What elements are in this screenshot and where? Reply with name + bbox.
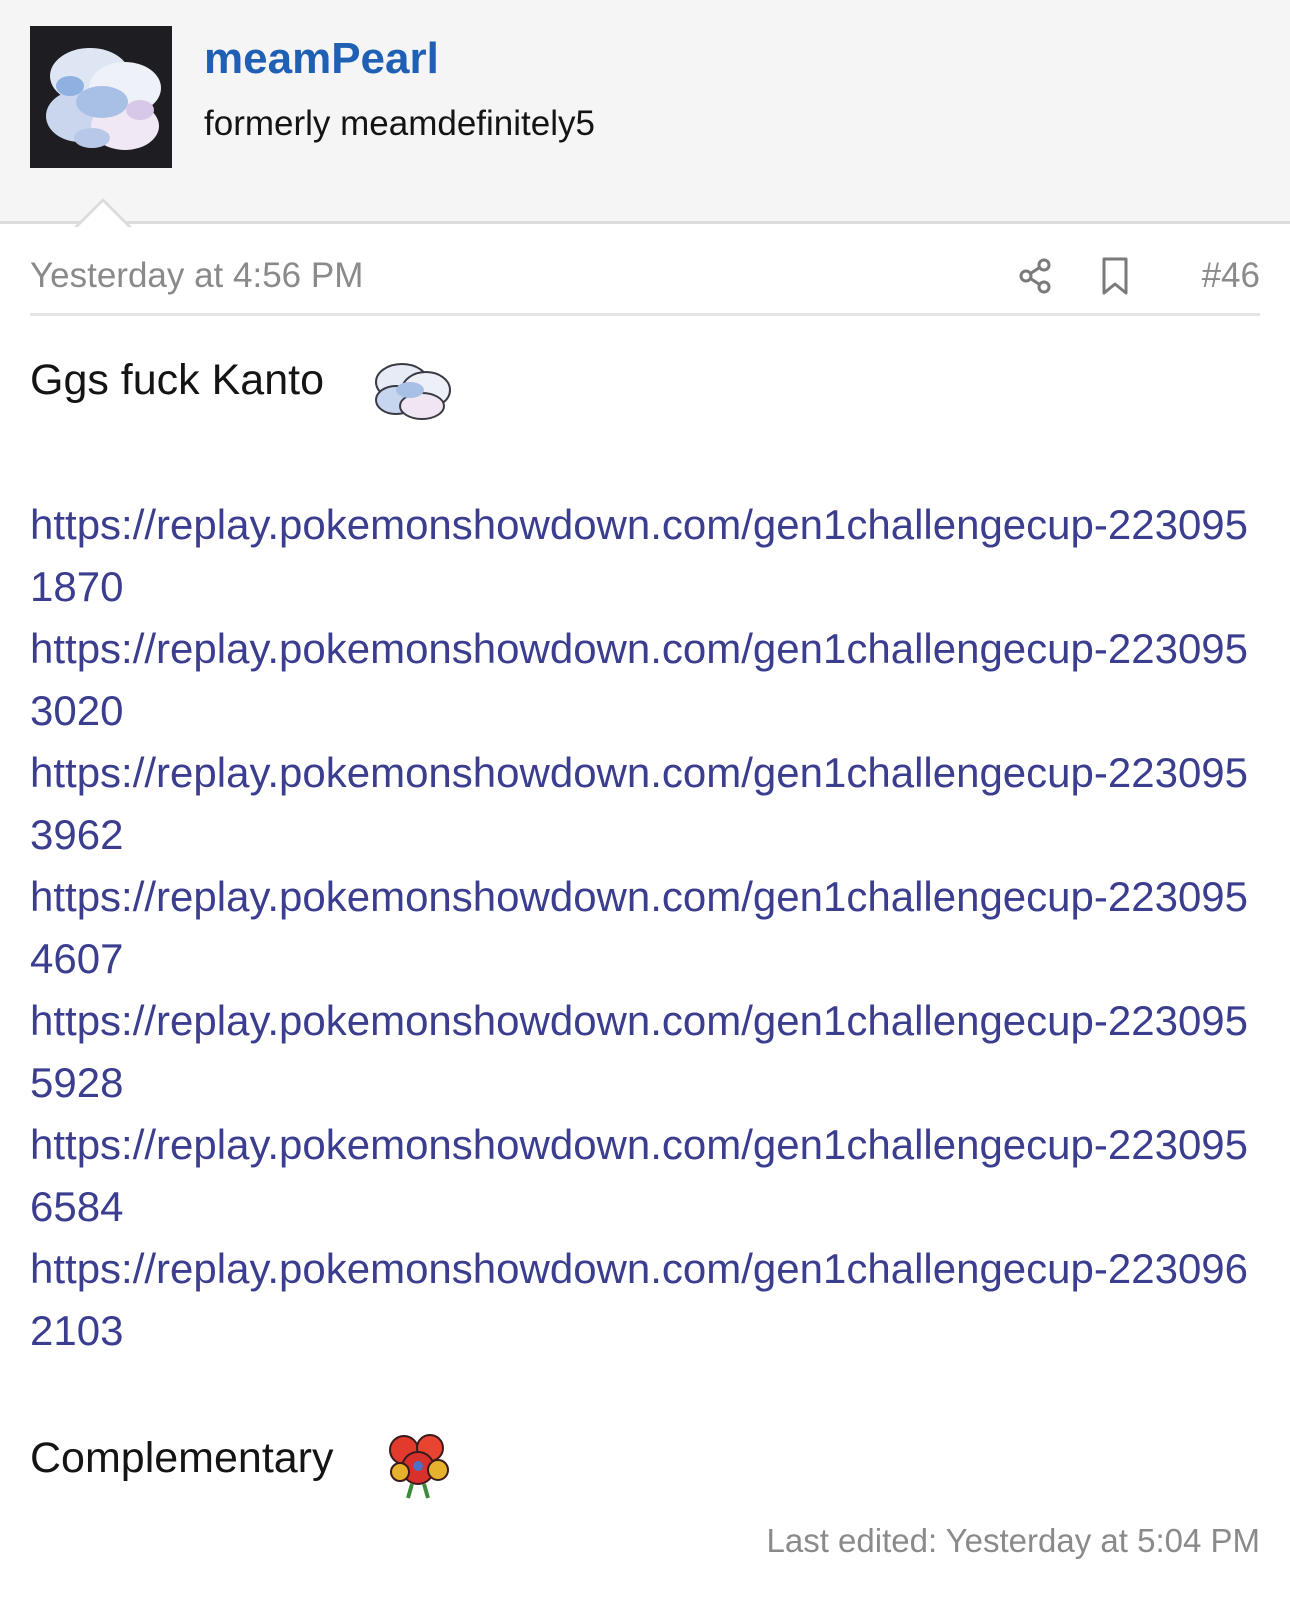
replay-link[interactable]: https://replay.pokemonshowdown.com/gen1c… xyxy=(30,494,1270,618)
replay-link[interactable]: https://replay.pokemonshowdown.com/gen1c… xyxy=(30,1238,1270,1362)
avatar[interactable] xyxy=(30,26,172,168)
replay-link[interactable]: https://replay.pokemonshowdown.com/gen1c… xyxy=(30,618,1270,742)
replay-link[interactable]: https://replay.pokemonshowdown.com/gen1c… xyxy=(30,1114,1270,1238)
replay-link[interactable]: https://replay.pokemonshowdown.com/gen1c… xyxy=(30,742,1270,866)
replay-link[interactable]: https://replay.pokemonshowdown.com/gen1c… xyxy=(30,866,1270,990)
bookmark-icon[interactable] xyxy=(1096,256,1136,296)
flower-sprite-icon xyxy=(378,1422,458,1502)
post-text-line: Complementary xyxy=(30,1434,334,1482)
header-pointer-fill xyxy=(77,202,129,228)
post-author-header: meamPearl formerly meamdefinitely5 xyxy=(0,0,1290,224)
avatar-sprite xyxy=(30,26,172,168)
share-icon[interactable] xyxy=(1016,256,1056,296)
post-timestamp[interactable]: Yesterday at 4:56 PM xyxy=(30,256,363,296)
user-title: formerly meamdefinitely5 xyxy=(204,104,595,143)
replay-link-list: https://replay.pokemonshowdown.com/gen1c… xyxy=(30,494,1270,1362)
replay-link[interactable]: https://replay.pokemonshowdown.com/gen1c… xyxy=(30,990,1270,1114)
username-link[interactable]: meamPearl xyxy=(204,34,439,84)
post-number-link[interactable]: #46 xyxy=(1202,256,1260,296)
post-meta-bar: Yesterday at 4:56 PM #46 xyxy=(30,252,1260,316)
last-edited-note: Last edited: Yesterday at 5:04 PM xyxy=(766,1522,1260,1559)
post-text-line: Ggs fuck Kanto xyxy=(30,356,324,404)
cloud-sprite-icon xyxy=(366,350,454,426)
